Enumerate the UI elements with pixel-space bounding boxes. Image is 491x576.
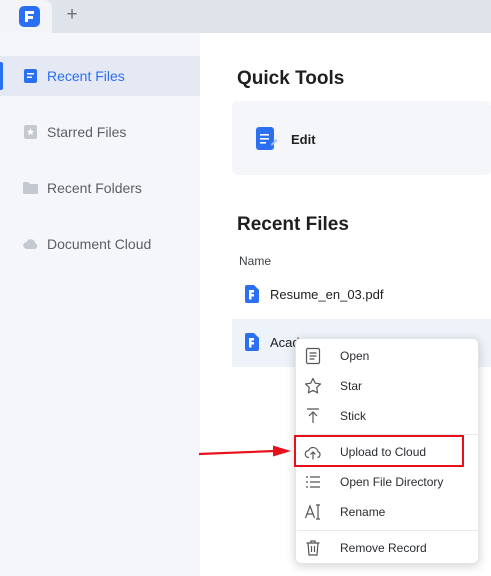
menu-item-star[interactable]: Star	[296, 371, 480, 401]
cloud-icon	[23, 239, 38, 250]
menu-item-label: Open	[340, 349, 370, 363]
sidebar-item-recent-files[interactable]: Recent Files	[0, 56, 200, 96]
pdf-file-icon	[245, 285, 259, 303]
menu-item-rename[interactable]: Rename	[296, 497, 480, 527]
active-indicator	[0, 62, 3, 90]
sidebar-item-starred-files[interactable]: Starred Files	[0, 112, 200, 152]
menu-item-stick[interactable]: Stick	[296, 401, 480, 431]
sidebar-item-label: Starred Files	[47, 124, 127, 140]
recent-files-title: Recent Files	[237, 214, 349, 235]
file-row[interactable]: Resume_en_03.pdf	[232, 271, 491, 319]
app-logo-icon	[19, 6, 40, 27]
menu-item-label: Remove Record	[340, 541, 427, 555]
sidebar-item-recent-folders[interactable]: Recent Folders	[0, 168, 200, 208]
rename-icon	[304, 504, 320, 520]
open-icon	[305, 347, 321, 365]
menu-divider	[297, 530, 479, 531]
sidebar-item-label: Document Cloud	[47, 236, 152, 252]
star-icon	[304, 377, 322, 394]
sidebar-item-document-cloud[interactable]: Document Cloud	[0, 224, 200, 264]
sidebar: Recent Files Starred Files Recent Folder…	[0, 33, 200, 576]
sidebar-item-label: Recent Files	[47, 68, 125, 84]
annotation-highlight-box	[294, 435, 464, 467]
pin-top-icon	[307, 408, 319, 423]
home-tab[interactable]	[0, 0, 52, 33]
menu-item-remove-record[interactable]: Remove Record	[296, 533, 480, 563]
menu-item-label: Rename	[340, 505, 386, 519]
menu-item-label: Open File Directory	[340, 475, 444, 489]
edit-tool-label: Edit	[291, 132, 316, 147]
edit-tool-card[interactable]: Edit	[232, 101, 491, 175]
tab-bar: +	[0, 0, 491, 33]
list-icon	[306, 476, 320, 488]
edit-document-icon	[256, 127, 278, 150]
menu-item-label: Stick	[340, 409, 367, 423]
annotation-arrow-icon	[199, 445, 291, 457]
sidebar-item-label: Recent Folders	[47, 180, 142, 196]
menu-item-open[interactable]: Open	[296, 341, 480, 371]
file-name: Resume_en_03.pdf	[270, 287, 384, 302]
star-file-icon	[24, 125, 37, 139]
document-icon	[24, 69, 37, 83]
menu-item-label: Star	[340, 379, 363, 393]
pdf-file-icon	[245, 333, 259, 351]
quick-tools-title: Quick Tools	[237, 68, 345, 89]
add-tab-button[interactable]: +	[60, 4, 84, 28]
column-header-name[interactable]: Name	[239, 254, 271, 268]
menu-item-open-file-directory[interactable]: Open File Directory	[296, 467, 480, 497]
folder-icon	[23, 182, 38, 194]
trash-icon	[306, 540, 320, 556]
